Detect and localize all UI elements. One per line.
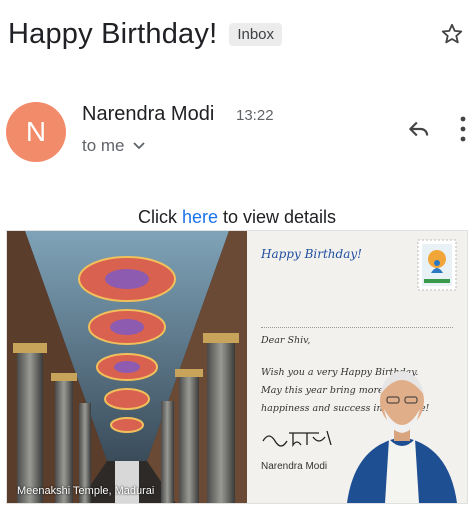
email-subject: Happy Birthday! bbox=[8, 17, 218, 50]
reply-icon[interactable] bbox=[406, 116, 432, 142]
card-salutation: Dear Shiv, bbox=[261, 335, 311, 346]
temple-photo bbox=[7, 231, 247, 503]
click-prefix: Click bbox=[137, 207, 182, 227]
recipient-details[interactable]: to me bbox=[82, 136, 145, 156]
view-details-link[interactable]: here bbox=[182, 207, 218, 227]
card-signature-name: Narendra Modi bbox=[261, 461, 328, 472]
avatar[interactable]: N bbox=[6, 102, 66, 162]
inbox-label[interactable]: Inbox bbox=[229, 22, 283, 46]
divider bbox=[261, 327, 453, 328]
handwritten-signature bbox=[262, 430, 332, 448]
sender-portrait bbox=[347, 371, 457, 503]
subject-row: Happy Birthday! Inbox bbox=[8, 14, 466, 54]
photo-caption: Meenakshi Temple, Madurai bbox=[17, 485, 155, 497]
card-greeting: Happy Birthday! bbox=[261, 247, 362, 261]
birthday-card-image[interactable]: Meenakshi Temple, Madurai Happy Birthday… bbox=[6, 230, 468, 504]
recipient-label: to me bbox=[82, 136, 125, 155]
chevron-down-icon[interactable] bbox=[132, 142, 145, 150]
click-suffix: to view details bbox=[217, 207, 337, 227]
sender-row: N Narendra Modi 13:22 to me bbox=[6, 102, 474, 164]
card-note: Happy Birthday! Dear Shiv, Wish you a ve… bbox=[247, 231, 467, 503]
email-body-text: Click here to view details bbox=[0, 207, 474, 228]
sender-name[interactable]: Narendra Modi bbox=[82, 103, 214, 126]
sent-time: 13:22 bbox=[236, 107, 274, 124]
star-icon[interactable] bbox=[440, 22, 464, 46]
yoga-stamp bbox=[417, 239, 457, 291]
more-vert-icon[interactable] bbox=[458, 114, 468, 144]
